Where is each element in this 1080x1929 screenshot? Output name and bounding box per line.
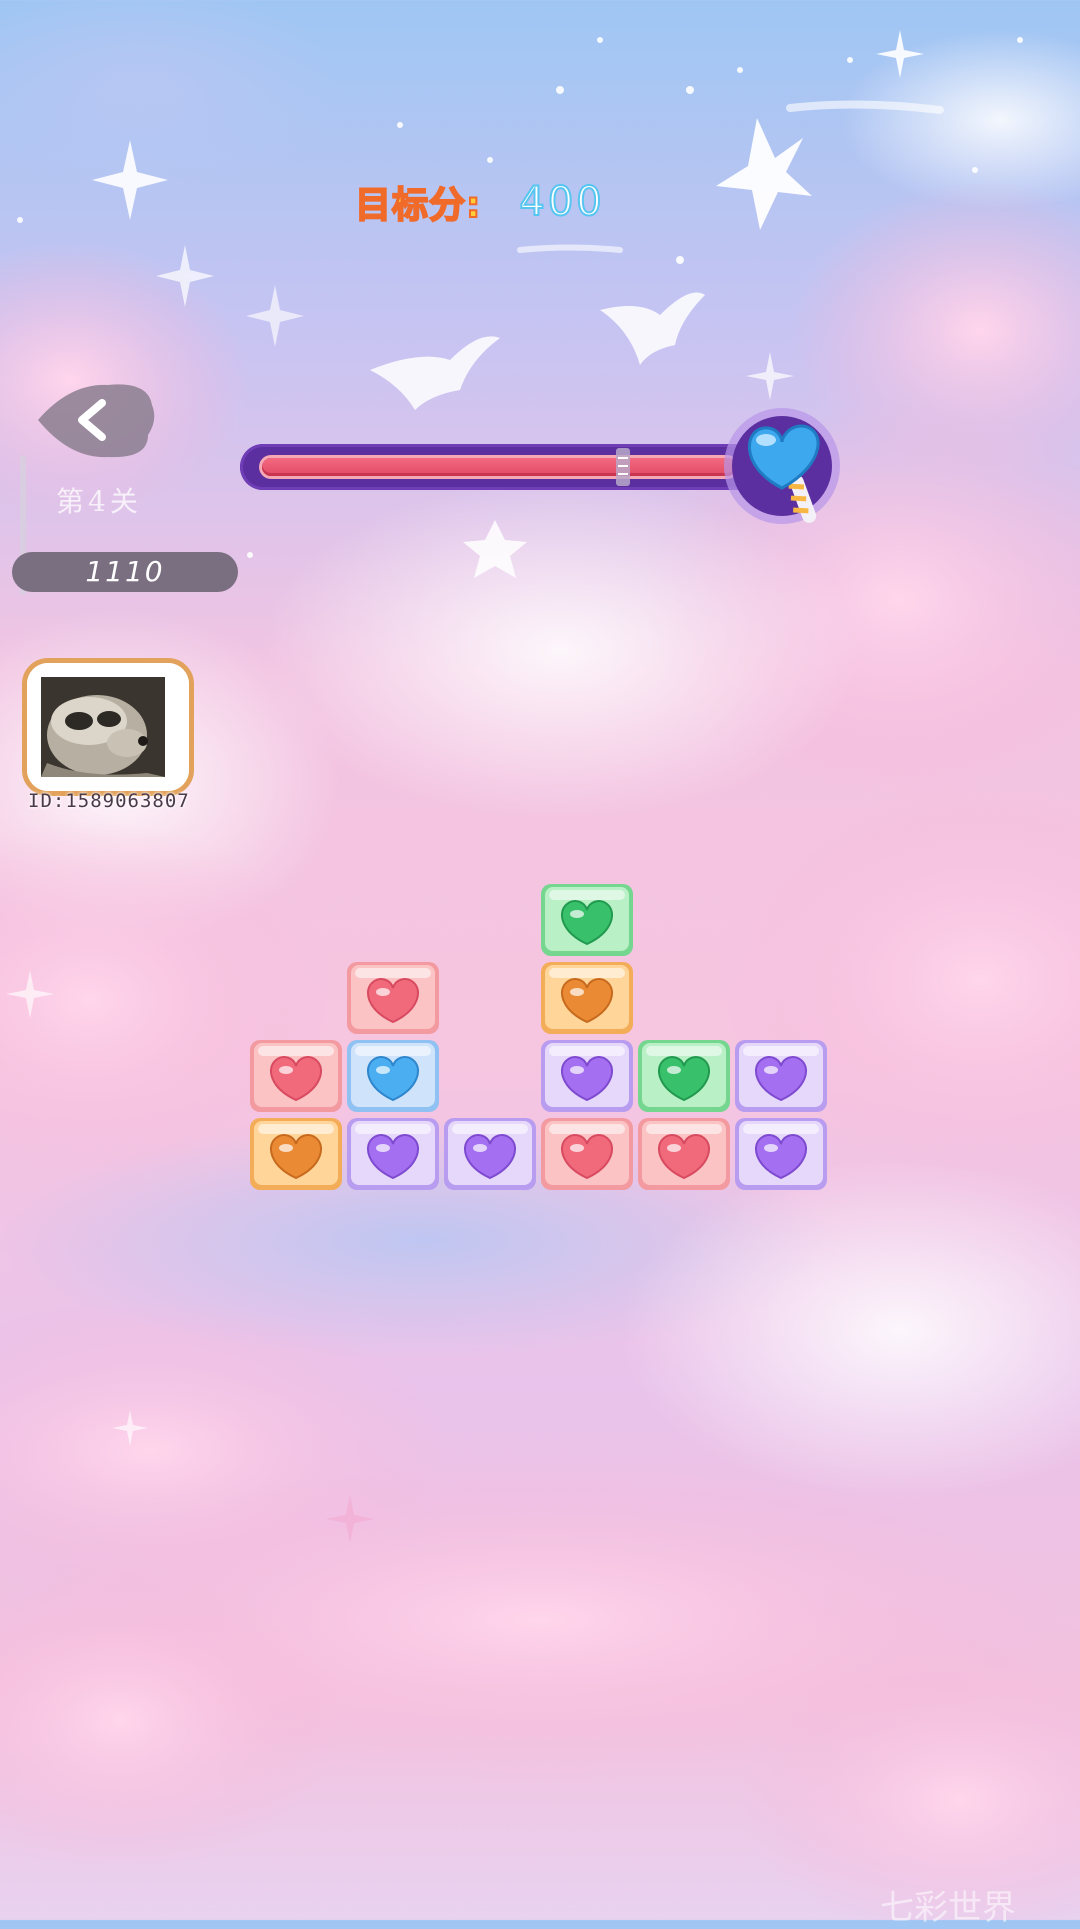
candy-tile-red[interactable]: [345, 960, 441, 1036]
candy-tile-red[interactable]: [636, 1116, 732, 1192]
heart-candy-icon: [735, 1118, 827, 1190]
candy-tile-purple[interactable]: [733, 1116, 829, 1192]
candy-tile-purple[interactable]: [442, 1116, 538, 1192]
candy-tile-orange[interactable]: [539, 960, 635, 1036]
game-board: [0, 0, 1080, 1920]
watermark: 七彩世界: [880, 1888, 1016, 1928]
candy-tile-red[interactable]: [539, 1116, 635, 1192]
candy-tile-green[interactable]: [539, 882, 635, 958]
candy-tile-purple[interactable]: [539, 1038, 635, 1114]
heart-candy-icon: [250, 1040, 342, 1112]
heart-candy-icon: [541, 962, 633, 1034]
heart-candy-icon: [347, 1118, 439, 1190]
candy-tile-orange[interactable]: [248, 1116, 344, 1192]
candy-tile-green[interactable]: [636, 1038, 732, 1114]
candy-tile-blue[interactable]: [345, 1038, 441, 1114]
candy-tile-purple[interactable]: [733, 1038, 829, 1114]
heart-candy-icon: [541, 1118, 633, 1190]
heart-candy-icon: [250, 1118, 342, 1190]
heart-candy-icon: [735, 1040, 827, 1112]
heart-candy-icon: [638, 1040, 730, 1112]
heart-candy-icon: [541, 1040, 633, 1112]
heart-candy-icon: [541, 884, 633, 956]
candy-tile-purple[interactable]: [345, 1116, 441, 1192]
heart-candy-icon: [347, 1040, 439, 1112]
heart-candy-icon: [444, 1118, 536, 1190]
heart-candy-icon: [638, 1118, 730, 1190]
candy-tile-red[interactable]: [248, 1038, 344, 1114]
heart-candy-icon: [347, 962, 439, 1034]
